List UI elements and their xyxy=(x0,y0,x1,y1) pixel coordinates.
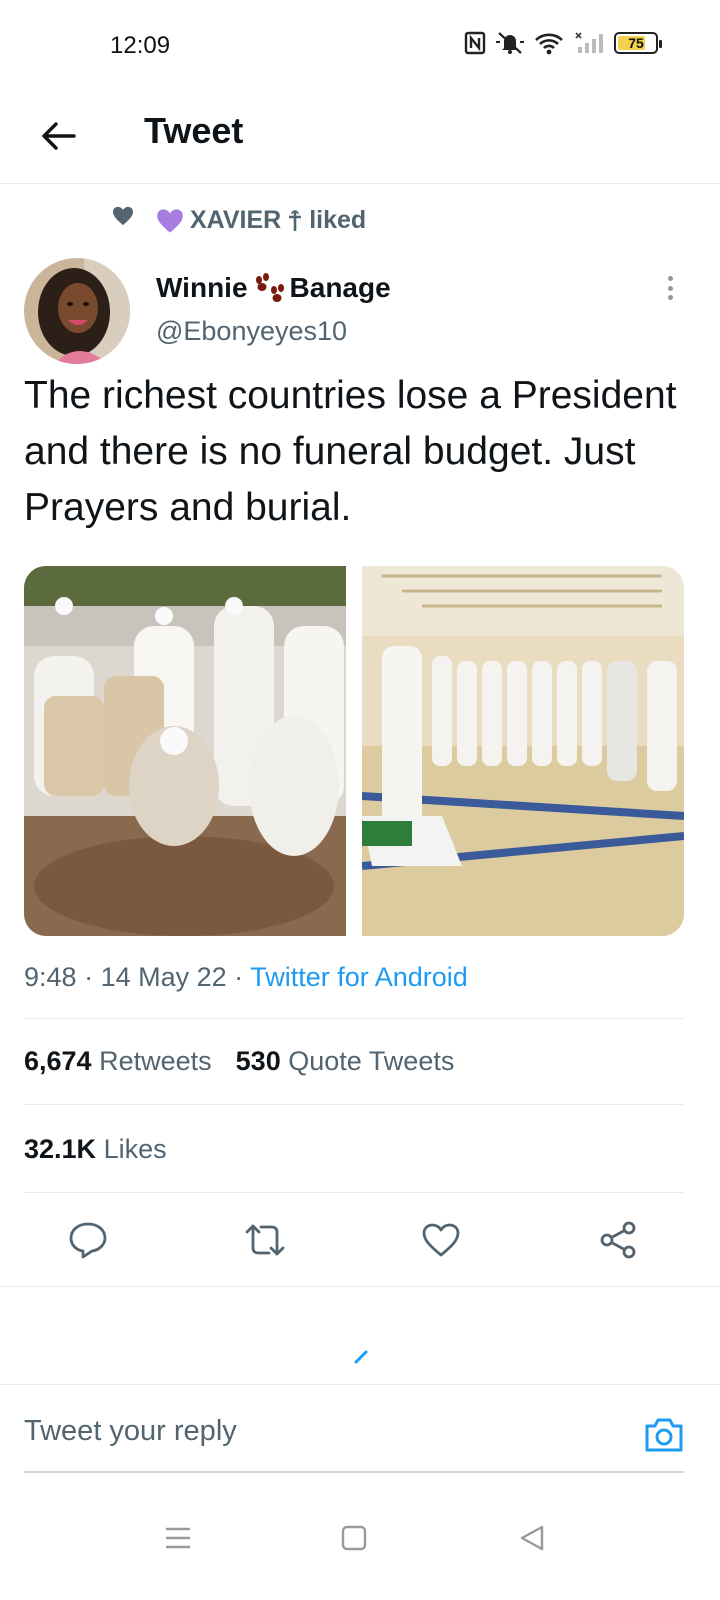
author-last-name: Banage xyxy=(289,272,391,303)
camera-icon xyxy=(645,1418,683,1452)
avatar[interactable] xyxy=(24,258,130,364)
reply-icon xyxy=(69,1222,107,1259)
paw-prints-icon xyxy=(255,273,284,302)
more-options-button[interactable] xyxy=(658,272,682,304)
divider xyxy=(24,1018,684,1019)
reply-underline xyxy=(24,1471,684,1473)
social-context-text: XAVIER liked xyxy=(156,206,366,235)
status-time: 12:09 xyxy=(110,32,171,59)
reply-button[interactable] xyxy=(64,1216,112,1264)
app-header: Tweet xyxy=(0,90,720,184)
author-handle[interactable]: @Ebonyeyes10 xyxy=(156,316,347,347)
likes-count: 32.1K xyxy=(24,1134,97,1164)
like-icon xyxy=(422,1223,460,1257)
context-action: liked xyxy=(309,206,367,234)
tweet-source-link[interactable]: Twitter for Android xyxy=(250,962,468,992)
mute-icon xyxy=(496,32,524,54)
author-first-name: Winnie xyxy=(156,272,248,303)
menu-icon xyxy=(166,1527,190,1549)
divider xyxy=(24,1104,684,1105)
prayer-hall-photo[interactable] xyxy=(362,566,684,936)
retweets-label: Retweets xyxy=(99,1046,212,1076)
battery-icon: 75 xyxy=(614,32,662,54)
status-icons: 75 xyxy=(464,30,662,56)
home-button[interactable] xyxy=(334,1518,374,1558)
retweet-button[interactable] xyxy=(241,1216,289,1264)
share-button[interactable] xyxy=(594,1216,642,1264)
page-title: Tweet xyxy=(144,110,244,151)
camera-button[interactable] xyxy=(642,1413,686,1457)
home-square-icon xyxy=(341,1525,367,1551)
back-triangle-icon xyxy=(520,1525,544,1551)
tweet-text: The richest countries lose a President a… xyxy=(24,374,677,529)
back-nav-button[interactable] xyxy=(512,1518,552,1558)
wifi-icon xyxy=(535,33,563,55)
heart-icon xyxy=(112,206,134,231)
tweet-date: 14 May 22 xyxy=(100,962,227,992)
like-button[interactable] xyxy=(417,1216,465,1264)
divider xyxy=(24,1192,684,1193)
tweet-media xyxy=(24,566,684,936)
battery-percent: 75 xyxy=(628,35,644,51)
context-user: XAVIER xyxy=(190,206,282,234)
signal-icon xyxy=(575,32,603,53)
share-icon xyxy=(600,1221,636,1259)
system-nav-bar xyxy=(0,1490,720,1600)
tweet-author: Winnie Banage @Ebonyeyes10 xyxy=(24,258,696,364)
reply-input[interactable]: Tweet your reply xyxy=(24,1415,237,1448)
retweets-count: 6,674 xyxy=(24,1046,92,1076)
quote-count: 530 xyxy=(235,1046,281,1076)
likes-stats: 32.1K Likes xyxy=(24,1134,167,1165)
menu-button[interactable] xyxy=(158,1518,198,1558)
divider xyxy=(0,1286,720,1287)
arrow-left-icon xyxy=(42,122,76,150)
tweet-time: 9:48 xyxy=(24,962,77,992)
retweets-stat[interactable]: 6,674 Retweets xyxy=(24,1046,212,1077)
loading-spinner xyxy=(354,1350,368,1369)
status-bar: 12:09 75 xyxy=(0,0,720,90)
quote-tweets-stat[interactable]: 530 Quote Tweets xyxy=(236,1046,455,1077)
cross-icon xyxy=(289,209,302,231)
social-context[interactable]: XAVIER liked xyxy=(0,200,720,244)
purple-heart-icon xyxy=(157,208,183,233)
tweet-actions xyxy=(0,1208,720,1272)
quote-label: Quote Tweets xyxy=(288,1046,455,1076)
burial-photo[interactable] xyxy=(24,566,346,936)
back-button[interactable] xyxy=(30,108,86,164)
nfc-icon xyxy=(464,31,486,55)
likes-label: Likes xyxy=(103,1134,167,1164)
retweet-icon xyxy=(245,1224,285,1256)
tweet-timestamp: 9:48 · 14 May 22 · Twitter for Android xyxy=(24,962,468,992)
likes-stat[interactable]: 32.1K Likes xyxy=(24,1134,167,1165)
reply-bar: Tweet your reply xyxy=(0,1384,720,1480)
author-name[interactable]: Winnie Banage xyxy=(156,272,391,304)
retweet-stats: 6,674 Retweets 530 Quote Tweets xyxy=(24,1046,454,1077)
